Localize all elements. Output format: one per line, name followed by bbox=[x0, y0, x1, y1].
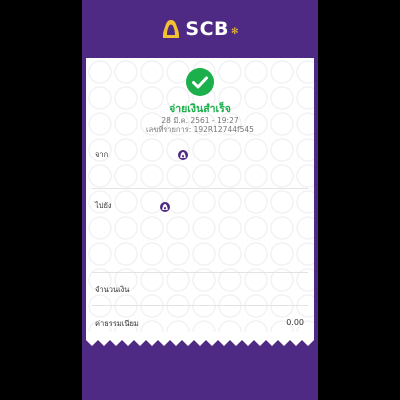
check-circle-icon bbox=[186, 68, 214, 96]
flower-icon: ✻ bbox=[231, 27, 239, 37]
from-label: จาก bbox=[95, 150, 109, 159]
app-header: SCB ✻ bbox=[82, 0, 318, 58]
to-label: ไปยัง bbox=[95, 201, 112, 210]
from-bank-icon bbox=[178, 150, 188, 160]
to-bank-icon bbox=[160, 202, 170, 212]
divider bbox=[92, 305, 308, 306]
divider bbox=[92, 272, 308, 273]
receipt-torn-edge bbox=[86, 332, 314, 346]
divider bbox=[92, 188, 308, 189]
scb-logo: SCB ✻ bbox=[161, 18, 239, 40]
scb-logo-icon bbox=[163, 20, 180, 38]
transaction-reference: เลขที่รายการ: 192R12744f545 bbox=[146, 125, 254, 134]
fee-value: 0.00 bbox=[286, 318, 304, 327]
fee-label: ค่าธรรมเนียม bbox=[95, 319, 139, 328]
amount-label: จำนวนเงิน bbox=[95, 285, 130, 294]
phone-screen: SCB ✻ จ่ายเงินสำเร็จ 28 มี.ค. 2561 - 19:… bbox=[82, 0, 318, 400]
logo-text: SCB bbox=[185, 18, 230, 40]
